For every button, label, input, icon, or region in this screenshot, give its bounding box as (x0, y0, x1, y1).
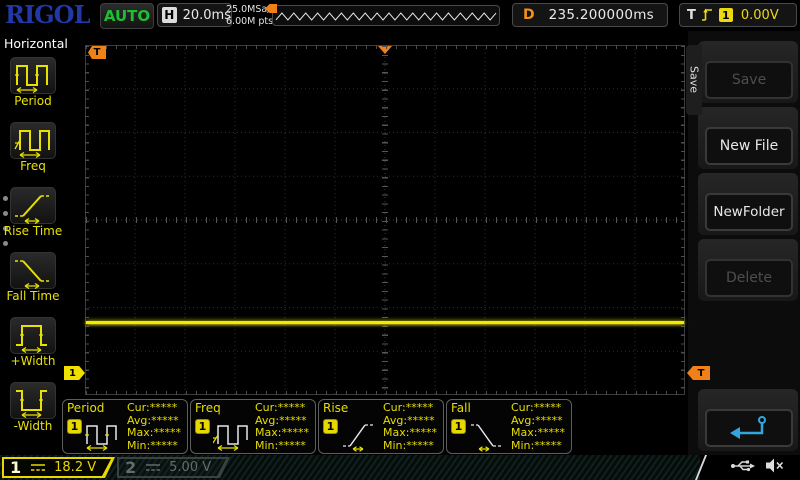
menu-item-new-folder[interactable]: NewFolder (705, 193, 793, 231)
sidebar-item-plus-width[interactable] (10, 317, 56, 354)
grid-ticks-center-vertical (382, 46, 388, 394)
speaker-muted-icon (766, 458, 784, 473)
panel-values: Cur:***** Avg:***** Max:***** Min:***** (511, 401, 565, 452)
panel-channel-badge: 1 (323, 419, 338, 434)
timebase-value: 20.0ms (182, 7, 231, 23)
period-wave-icon (85, 425, 117, 452)
channel1-scale: 18.2 V (54, 460, 97, 475)
dc-coupling-icon (30, 462, 46, 473)
freq-icon (14, 129, 50, 158)
oscilloscope-screen: RIGOL AUTO H 20.0ms 25.0MSa/s 6.00M pts … (0, 0, 800, 480)
return-arrow-icon (730, 416, 766, 439)
menu-item-new-file[interactable]: New File (705, 127, 793, 165)
sidebar-item-label: +Width (10, 354, 56, 368)
channel1-tab[interactable]: 1 18.2 V (2, 457, 115, 478)
sidebar-title: Horizontal (4, 36, 68, 51)
panel-title: Rise (323, 401, 349, 415)
sidebar-item-rise-time[interactable] (10, 187, 56, 224)
panel-channel-badge: 1 (195, 419, 210, 434)
horizontal-delay-box: D 235.200000ms (512, 3, 668, 27)
channel1-waveform-trace (86, 321, 684, 324)
measurement-panel-fall: Fall 1 Cur:***** Avg:***** Max:***** Min… (446, 399, 572, 454)
panel-values: Cur:***** Avg:***** Max:***** Min:***** (255, 401, 309, 452)
channel2-number: 2 (125, 458, 137, 477)
panel-title: Fall (451, 401, 471, 415)
rise-edge-icon (343, 424, 373, 452)
delay-label: D (523, 7, 535, 23)
trigger-level-value: 0.00V (740, 7, 779, 23)
trigger-label: T (687, 7, 696, 23)
menu-title-tab: Save (686, 45, 702, 115)
measurement-panel-period: Period 1 Cur:***** Avg:***** Max:***** M… (62, 399, 188, 454)
channel1-number: 1 (10, 458, 22, 477)
rigol-logo: RIGOL (5, 0, 90, 29)
sidebar-item-label: Fall Time (6, 289, 60, 303)
sidebar-item-label: Period (14, 94, 52, 108)
trigger-status-box: T 1 0.00V (679, 3, 797, 27)
panel-channel-badge: 1 (451, 419, 466, 434)
trigger-source-badge: 1 (718, 8, 733, 22)
rise-time-icon (15, 194, 51, 224)
channel2-tab[interactable]: 2 5.00 V (117, 457, 230, 478)
memory-depth: 6.00M pts (226, 15, 274, 27)
menu-item-delete[interactable]: Delete (705, 259, 793, 297)
minus-width-icon (16, 389, 47, 418)
usb-icon (731, 460, 755, 472)
channel1-level-marker[interactable]: 1 (64, 366, 85, 380)
waveform-preview (272, 5, 500, 26)
bottom-status-bar: 1 18.2 V 2 5.00 V (0, 455, 800, 480)
plus-width-icon (16, 324, 47, 353)
sidebar-item-period[interactable] (10, 57, 56, 94)
timebase-label: H (162, 7, 177, 23)
menu-item-save[interactable]: Save (705, 61, 793, 99)
measurement-panel-rise: Rise 1 Cur:***** Avg:***** Max:***** Min… (318, 399, 444, 454)
fall-time-icon (15, 259, 51, 289)
top-status-bar: RIGOL AUTO H 20.0ms 25.0MSa/s 6.00M pts … (0, 0, 800, 31)
status-icons (730, 457, 784, 474)
sidebar-item-freq[interactable] (10, 122, 56, 159)
fall-edge-icon (471, 424, 501, 452)
sidebar-item-label: Freq (20, 159, 46, 173)
sidebar-item-fall-time[interactable] (10, 252, 56, 289)
panel-title: Freq (195, 401, 221, 415)
preview-waveform-icon (275, 12, 497, 21)
dc-coupling-icon (145, 462, 161, 473)
run-status-badge: AUTO (100, 3, 154, 29)
panel-title: Period (67, 401, 105, 415)
rising-edge-icon (701, 8, 712, 21)
freq-wave-icon (213, 425, 248, 452)
sidebar-item-minus-width[interactable] (10, 382, 56, 419)
page-indicator-dots (3, 196, 8, 246)
menu-item-back[interactable] (705, 409, 793, 447)
panel-values: Cur:***** Avg:***** Max:***** Min:***** (383, 401, 437, 452)
sidebar-item-label: Rise Time (3, 224, 63, 238)
measurement-panel-freq: Freq 1 Cur:***** Avg:***** Max:***** Min… (190, 399, 316, 454)
delay-value: 235.200000ms (548, 7, 655, 23)
panel-values: Cur:***** Avg:***** Max:***** Min:***** (127, 401, 181, 452)
sidebar-item-label: -Width (13, 419, 53, 433)
timebase-box: H 20.0ms (157, 3, 232, 27)
channel2-scale: 5.00 V (169, 460, 212, 475)
panel-channel-badge: 1 (67, 419, 82, 434)
period-icon (15, 64, 48, 93)
